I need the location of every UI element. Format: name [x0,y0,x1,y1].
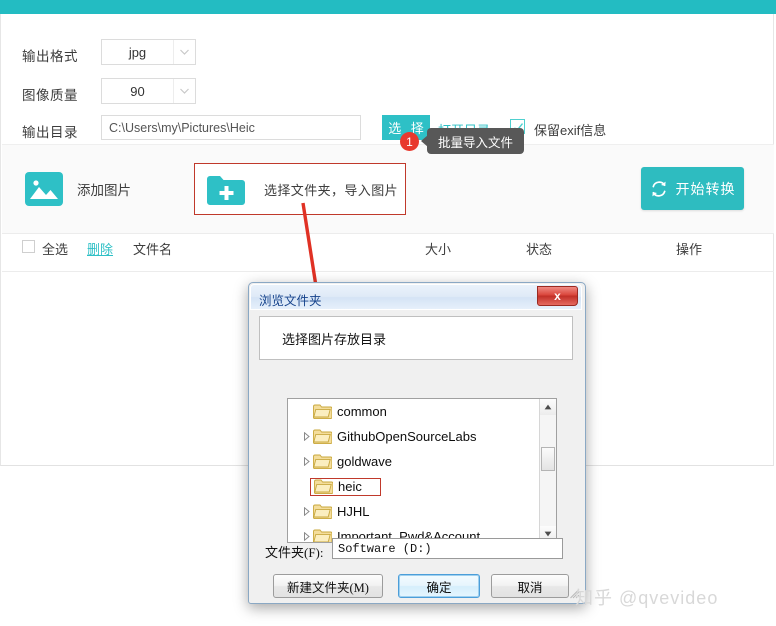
image-icon [25,172,63,206]
dialog-prompt-panel: 选择图片存放目录 [259,316,573,360]
folder-icon [312,429,333,445]
image-quality-value: 90 [130,83,145,99]
tree-item-label: heic [338,478,362,494]
tree-item-label: goldwave [337,454,392,469]
scrollbar-thumb[interactable] [541,447,555,471]
tree-item-label: GithubOpenSourceLabs [337,429,477,444]
tree-item-heic[interactable]: heic [288,474,556,499]
column-status: 状态 [526,242,553,257]
refresh-icon [651,180,666,197]
step-badge: 1 [400,132,419,151]
ok-button[interactable]: 确定 [398,574,480,598]
folder-name-input[interactable] [332,538,563,559]
column-action: 操作 [676,242,703,257]
delete-selected-link[interactable]: 删除 [87,239,113,258]
tree-item-common[interactable]: common [288,399,556,424]
close-icon[interactable]: x [537,286,578,306]
keep-exif-label: 保留exif信息 [534,123,607,138]
folder-icon [313,479,334,494]
scroll-up-icon[interactable] [540,399,556,415]
column-filename: 文件名 [133,242,173,257]
tree-item-githubopensourcelabs[interactable]: GithubOpenSourceLabs [288,424,556,449]
expand-arrow-icon[interactable] [300,532,313,541]
window-title-bar [0,0,776,14]
folder-tree-scrollbar[interactable] [539,399,556,542]
add-image-button[interactable]: 添加图片 [25,172,131,206]
add-image-label: 添加图片 [77,183,131,198]
select-all-checkbox[interactable] [22,240,35,253]
tree-item-hjhl[interactable]: HJHL [288,499,556,524]
folder-icon [312,454,333,470]
folder-plus-icon [206,174,246,205]
batch-import-tooltip: 批量导入文件 [427,128,525,154]
browse-folder-dialog: 浏览文件夹 x 选择图片存放目录 common GithubOpenSourceL… [248,282,586,604]
cancel-button[interactable]: 取消 [491,574,569,598]
image-quality-label: 图像质量 [22,88,78,103]
folder-import-button[interactable]: 选择文件夹，导入图片 [194,163,406,215]
file-table-header [2,233,774,272]
output-dir-input[interactable] [101,115,361,140]
select-all-label: 全选 [42,242,69,257]
start-convert-label: 开始转换 [675,180,736,197]
dialog-title-bar: 浏览文件夹 x [250,284,582,310]
dialog-prompt-text: 选择图片存放目录 [282,332,387,347]
dialog-body: 选择图片存放目录 common GithubOpenSourceLabs goldw… [250,310,584,602]
folder-field-label: 文件夹(F): [265,545,324,560]
tree-item-label: common [337,404,387,419]
new-folder-button[interactable]: 新建文件夹(M) [273,574,383,598]
chevron-down-icon[interactable] [173,40,195,64]
dialog-title: 浏览文件夹 [259,294,322,308]
start-convert-button[interactable]: 开始转换 [641,167,744,210]
folder-icon [312,529,333,542]
output-format-select[interactable]: jpg [101,39,196,65]
expand-arrow-icon[interactable] [300,507,313,516]
image-quality-select[interactable]: 90 [101,78,196,104]
folder-icon [312,504,333,520]
expand-arrow-icon[interactable] [300,457,313,466]
folder-tree[interactable]: common GithubOpenSourceLabs goldwave heic HJ… [287,398,557,543]
folder-icon [312,404,333,420]
tree-item-label: HJHL [337,504,370,519]
tree-item-goldwave[interactable]: goldwave [288,449,556,474]
folder-import-label: 选择文件夹，导入图片 [264,182,399,198]
expand-arrow-icon[interactable] [300,432,313,441]
output-format-label: 输出格式 [22,49,78,64]
watermark: 知乎 @qvevideo [575,588,719,608]
chevron-down-icon[interactable] [173,79,195,103]
output-format-value: jpg [128,44,147,60]
column-size: 大小 [425,242,452,257]
output-dir-label: 输出目录 [22,125,78,140]
